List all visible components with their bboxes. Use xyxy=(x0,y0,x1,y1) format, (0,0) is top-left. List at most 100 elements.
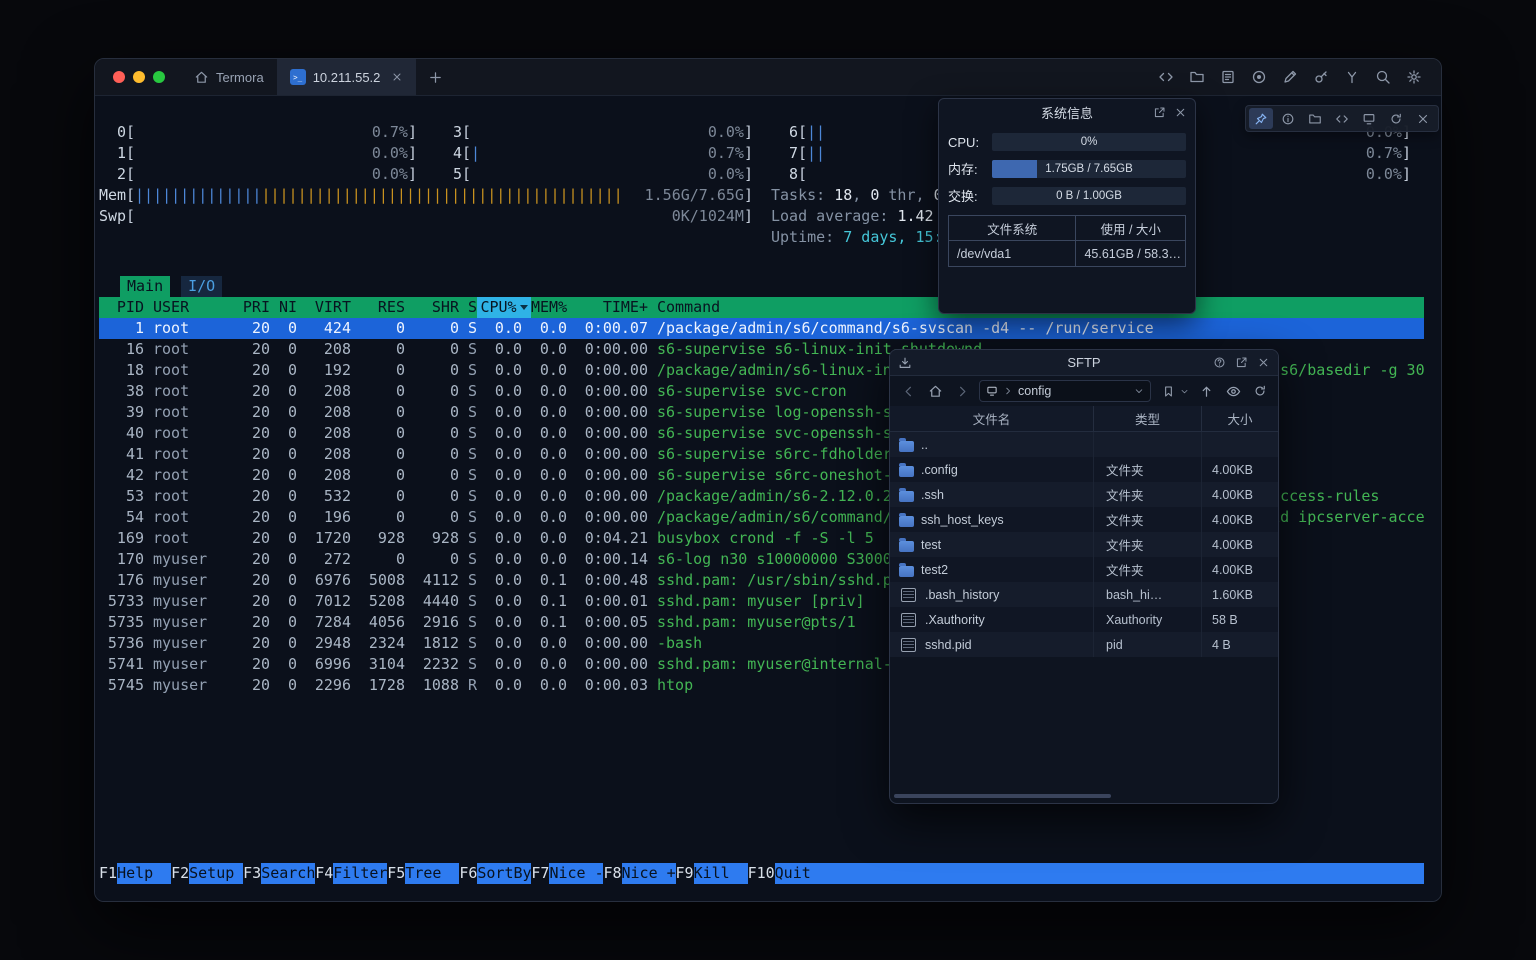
transfers-button[interactable] xyxy=(898,356,912,370)
horizontal-scrollbar[interactable] xyxy=(894,794,1274,798)
fkey-label-f1[interactable]: Help xyxy=(117,863,171,884)
htop-tab-io[interactable]: I/O xyxy=(181,276,222,297)
files-button[interactable] xyxy=(1303,108,1327,129)
fkey-f9[interactable]: F9 xyxy=(676,863,694,884)
refresh-button[interactable] xyxy=(1384,108,1408,129)
fkey-label-f8[interactable]: Nice + xyxy=(622,863,676,884)
close-icon xyxy=(1257,356,1270,369)
pin-button[interactable] xyxy=(1249,108,1273,129)
parent-dir-button[interactable] xyxy=(1196,381,1216,401)
fkey-label-f2[interactable]: Setup xyxy=(189,863,243,884)
col-user[interactable]: USER xyxy=(144,297,234,318)
col-s[interactable]: S xyxy=(459,297,477,318)
fkey-label-f6[interactable]: SortBy xyxy=(477,863,531,884)
minimize-window-button[interactable] xyxy=(133,71,145,83)
file-row-test2[interactable]: test2文件夹4.00KB xyxy=(890,557,1278,582)
sftp-file-list: ...config文件夹4.00KB.ssh文件夹4.00KBssh_host_… xyxy=(890,432,1278,803)
fkey-f6[interactable]: F6 xyxy=(459,863,477,884)
close-window-button[interactable] xyxy=(113,71,125,83)
file-row-test[interactable]: test文件夹4.00KB xyxy=(890,532,1278,557)
fkey-label-f3[interactable]: Search xyxy=(261,863,315,884)
fkey-label-f7[interactable]: Nice - xyxy=(549,863,603,884)
tab-host[interactable]: >_ 10.211.55.2 xyxy=(277,59,417,95)
show-hidden-button[interactable] xyxy=(1223,381,1243,401)
filesystem-row[interactable]: /dev/vda145.61GB / 58.3… xyxy=(949,241,1185,266)
col-mem[interactable]: MEM% xyxy=(531,297,567,318)
refresh-files-button[interactable] xyxy=(1250,381,1270,401)
info-button[interactable] xyxy=(1276,108,1300,129)
col-cpu-sort[interactable]: CPU% xyxy=(477,297,531,318)
folder-icon xyxy=(899,466,914,477)
fkey-f7[interactable]: F7 xyxy=(531,863,549,884)
col-virt[interactable]: VIRT xyxy=(297,297,351,318)
display-button[interactable] xyxy=(1357,108,1381,129)
fkey-f8[interactable]: F8 xyxy=(603,863,621,884)
home-button[interactable] xyxy=(925,381,945,401)
folder-icon xyxy=(1308,112,1322,126)
sftp-detach-button[interactable] xyxy=(1235,356,1248,369)
file-row-.bash_history[interactable]: .bash_historybash_hi…1.60KB xyxy=(890,582,1278,607)
fkey-label-f9[interactable]: Kill xyxy=(694,863,748,884)
col-filetype[interactable]: 类型 xyxy=(1094,406,1202,431)
file-row-.Xauthority[interactable]: .XauthorityXauthority58 B xyxy=(890,607,1278,632)
tab-termora[interactable]: Termora xyxy=(181,59,277,95)
code-button[interactable] xyxy=(1154,65,1178,89)
zoom-window-button[interactable] xyxy=(153,71,165,83)
process-row-1[interactable]: 1root20042400S0.00.00:00.07/package/admi… xyxy=(99,318,1424,339)
file-row-.config[interactable]: .config文件夹4.00KB xyxy=(890,457,1278,482)
settings-button[interactable] xyxy=(1402,65,1426,89)
fkey-f10[interactable]: F10 xyxy=(748,863,775,884)
folder-button[interactable] xyxy=(1185,65,1209,89)
edit-button[interactable] xyxy=(1278,65,1302,89)
path-selector[interactable]: config xyxy=(979,380,1151,402)
search-button[interactable] xyxy=(1371,65,1395,89)
sysinfo-close-button[interactable] xyxy=(1174,106,1187,119)
col-res[interactable]: RES xyxy=(351,297,405,318)
fkey-f3[interactable]: F3 xyxy=(243,863,261,884)
col-time[interactable]: TIME+ xyxy=(567,297,648,318)
col-pid[interactable]: PID xyxy=(99,297,144,318)
col-ni[interactable]: NI xyxy=(270,297,297,318)
bookmark-button[interactable] xyxy=(1158,381,1178,401)
new-tab-button[interactable] xyxy=(416,59,455,95)
process-table-header[interactable]: PIDUSERPRINIVIRTRESSHRSCPU%MEM%TIME+Comm… xyxy=(99,297,1424,318)
keymap-button[interactable] xyxy=(1340,65,1364,89)
file-row-.ssh[interactable]: .ssh文件夹4.00KB xyxy=(890,482,1278,507)
app-window: Termora >_ 10.211.55.2 0[0.7%]1[0.0%]2[0… xyxy=(94,58,1442,902)
file-row-..[interactable]: .. xyxy=(890,432,1278,457)
fkey-f2[interactable]: F2 xyxy=(171,863,189,884)
col-filesize[interactable]: 大小 xyxy=(1202,406,1278,431)
fkey-f5[interactable]: F5 xyxy=(387,863,405,884)
computer-icon xyxy=(986,385,998,397)
sysinfo-detach-button[interactable] xyxy=(1153,106,1166,119)
fkey-label-f4[interactable]: Filter xyxy=(333,863,387,884)
tab-termora-label: Termora xyxy=(216,70,264,85)
panel-close-button[interactable] xyxy=(1411,108,1435,129)
external-icon xyxy=(1153,106,1166,119)
record-button[interactable] xyxy=(1247,65,1271,89)
sftp-close-button[interactable] xyxy=(1257,356,1270,369)
bookmark-menu-button[interactable] xyxy=(1179,381,1189,401)
back-button[interactable] xyxy=(898,381,918,401)
snippets-button[interactable] xyxy=(1330,108,1354,129)
col-filename[interactable]: 文件名 xyxy=(890,406,1094,431)
file-row-ssh_host_keys[interactable]: ssh_host_keys文件夹4.00KB xyxy=(890,507,1278,532)
col-pri[interactable]: PRI xyxy=(234,297,270,318)
col-shr[interactable]: SHR xyxy=(405,297,459,318)
mem-bars-cache: |||||||||||||||||||||||||||||||||||||||| xyxy=(261,185,622,206)
notes-button[interactable] xyxy=(1216,65,1240,89)
chevron-down-icon[interactable] xyxy=(1134,386,1144,396)
sftp-help-button[interactable] xyxy=(1213,356,1226,369)
fkey-f4[interactable]: F4 xyxy=(315,863,333,884)
file-row-sshd.pid[interactable]: sshd.pidpid4 B xyxy=(890,632,1278,657)
fkey-f1[interactable]: F1 xyxy=(99,863,117,884)
key-button[interactable] xyxy=(1309,65,1333,89)
sysinfo-meter-0: CPU:0% xyxy=(948,133,1186,151)
fkey-label-f10[interactable]: Quit xyxy=(775,863,829,884)
forward-button[interactable] xyxy=(952,381,972,401)
fkey-label-f5[interactable]: Tree xyxy=(405,863,459,884)
scrollbar-thumb[interactable] xyxy=(894,794,1111,798)
file-table-header[interactable]: 文件名类型大小 xyxy=(890,406,1278,432)
tab-close-icon[interactable] xyxy=(391,71,403,83)
htop-tab-main[interactable]: Main xyxy=(120,276,170,297)
